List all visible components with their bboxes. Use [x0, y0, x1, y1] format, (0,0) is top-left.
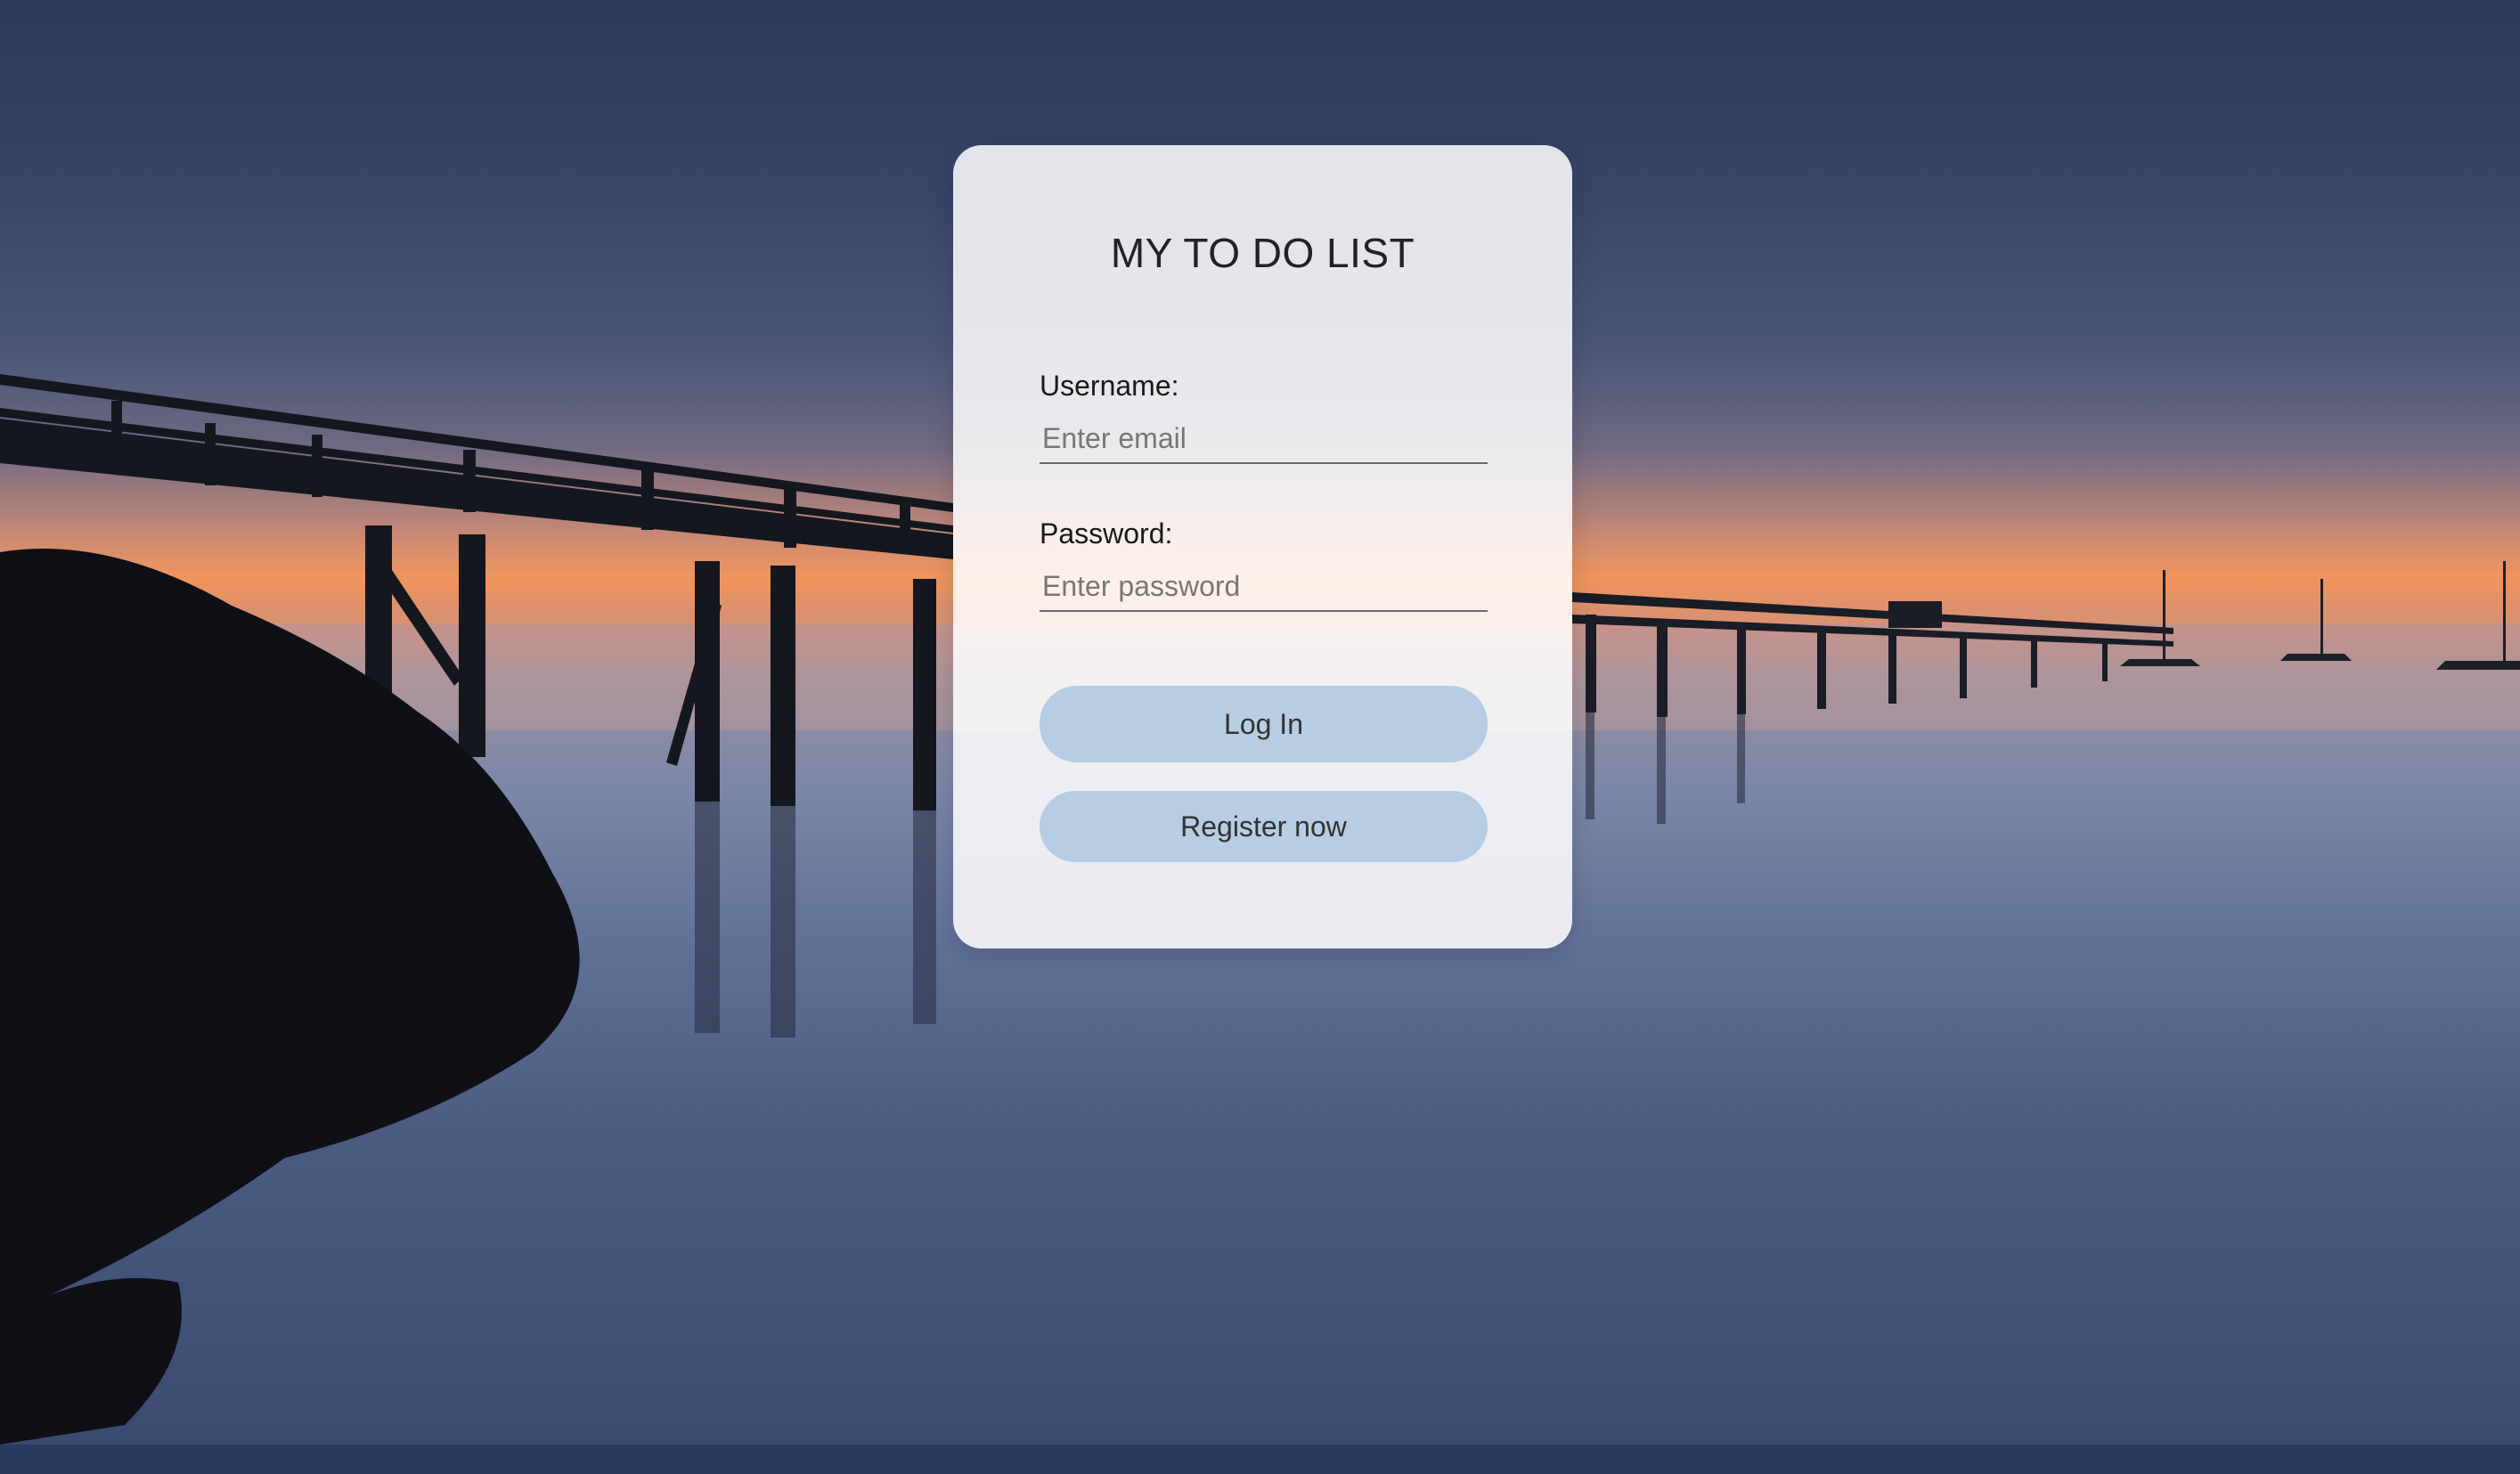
username-input[interactable]	[1040, 414, 1488, 464]
page-title: MY TO DO LIST	[1110, 230, 1415, 276]
password-input[interactable]	[1040, 562, 1488, 612]
footer-bar	[0, 1445, 2520, 1474]
login-card: MY TO DO LIST Username: Password: Log In…	[953, 145, 1572, 949]
password-label: Password:	[1040, 517, 1173, 550]
username-label: Username:	[1040, 370, 1179, 402]
login-button[interactable]: Log In	[1040, 686, 1488, 762]
register-button[interactable]: Register now	[1040, 791, 1488, 862]
